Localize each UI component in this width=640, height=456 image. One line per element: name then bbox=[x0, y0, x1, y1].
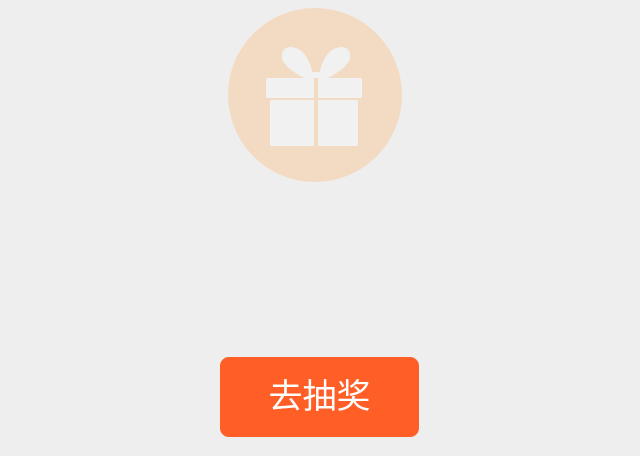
go-lottery-button[interactable]: 去抽奖 bbox=[220, 357, 419, 437]
gift-badge bbox=[228, 8, 402, 182]
gift-icon bbox=[266, 47, 362, 146]
